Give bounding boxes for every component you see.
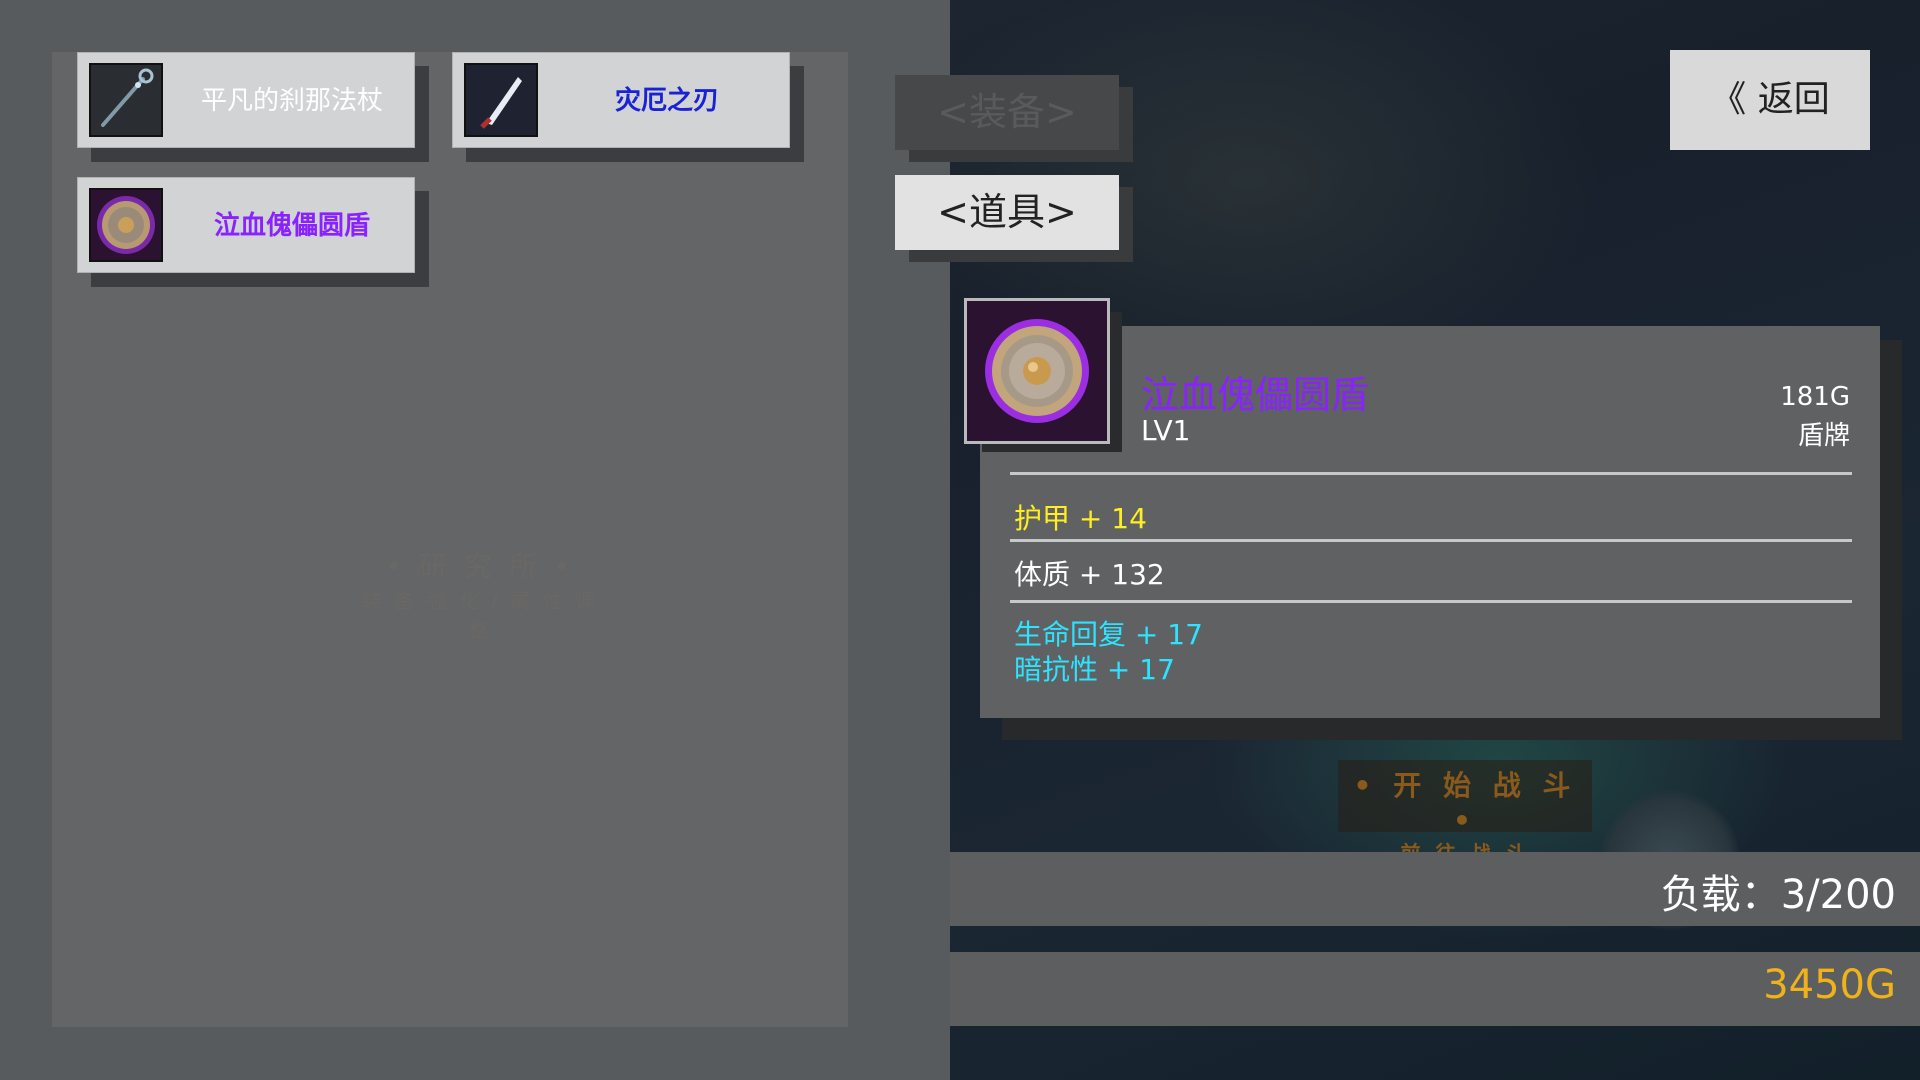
- faded-scene-title: • 研 究 所 •: [385, 550, 575, 583]
- item-name: 平凡的刹那法杖: [200, 86, 383, 116]
- slot-face[interactable]: 平凡的刹那法杖: [77, 52, 415, 148]
- staff-icon: [89, 63, 163, 137]
- tab-equipment[interactable]: <装备>: [895, 75, 1133, 162]
- stat-dark-resist: 暗抗性 + 17: [1014, 653, 1175, 686]
- faded-scene-subtitle: 装 备 强 化 / 属 性 调 整: [361, 589, 599, 642]
- start-battle-label: • 开 始 战 斗 •: [1353, 769, 1577, 837]
- detail-divider: [1010, 539, 1852, 542]
- detail-item-level: LV1: [1141, 414, 1191, 447]
- start-battle-button: • 开 始 战 斗 • 前 往 战 斗: [1338, 760, 1592, 865]
- detail-divider: [1010, 472, 1852, 475]
- inventory-slot-staff[interactable]: 平凡的刹那法杖: [77, 52, 429, 162]
- detail-round-shield-icon: [964, 298, 1110, 444]
- detail-divider: [1010, 600, 1852, 603]
- back-button[interactable]: 《 返回: [1670, 50, 1870, 150]
- stat-hp-regen: 生命回复 + 17: [1014, 618, 1203, 651]
- stat-armor: 护甲 + 14: [1014, 502, 1147, 535]
- faded-scene-label: • 研 究 所 • 装 备 强 化 / 属 性 调 整: [350, 545, 610, 643]
- item-name: 灾厄之刃: [614, 86, 719, 116]
- tab-equipment-label[interactable]: <装备>: [895, 75, 1119, 150]
- stat-constitution: 体质 + 132: [1014, 558, 1165, 591]
- gold-amount-text: 3450G: [1763, 962, 1896, 1008]
- slot-face[interactable]: 灾厄之刃: [452, 52, 790, 148]
- inventory-slot-shield[interactable]: 泣血傀儡圆盾: [77, 177, 429, 287]
- item-name: 泣血傀儡圆盾: [213, 211, 370, 241]
- detail-item-price: 181G: [1780, 382, 1850, 412]
- detail-item-name: 泣血傀儡圆盾: [1141, 373, 1370, 417]
- round-shield-icon: [89, 188, 163, 262]
- tab-items-label[interactable]: <道具>: [895, 175, 1119, 250]
- tab-items[interactable]: <道具>: [895, 175, 1133, 262]
- load-capacity-text: 负载：3/200: [1660, 872, 1896, 918]
- slot-face[interactable]: 泣血傀儡圆盾: [77, 177, 415, 273]
- inventory-slot-blade[interactable]: 灾厄之刃: [452, 52, 804, 162]
- detail-item-type: 盾牌: [1797, 421, 1850, 451]
- blade-icon: [464, 63, 538, 137]
